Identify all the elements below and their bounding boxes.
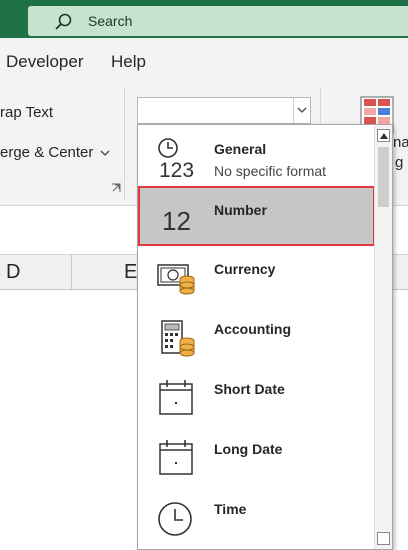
format-title: General (214, 141, 267, 157)
svg-text:12: 12 (162, 206, 191, 236)
general-123-icon: 123 (158, 138, 194, 179)
ribbon-separator (124, 88, 125, 200)
format-title: Currency (214, 261, 276, 277)
format-item-currency[interactable]: Currency (138, 247, 375, 307)
format-title: Number (214, 202, 267, 218)
accounting-icon (161, 320, 195, 357)
calendar-icon (159, 380, 193, 415)
calendar-icon (159, 440, 193, 475)
number-format-select[interactable] (137, 97, 311, 124)
format-title: Time (214, 501, 247, 517)
scroll-down-button[interactable] (377, 532, 390, 545)
number-format-dropdown-button[interactable] (293, 98, 310, 123)
format-title: Short Date (214, 381, 285, 397)
column-header-e[interactable]: E (124, 261, 137, 284)
gallery-scrollbar[interactable] (374, 125, 392, 549)
chevron-down-icon (297, 107, 307, 113)
column-header-d[interactable]: D (6, 261, 20, 284)
format-title: Long Date (214, 441, 283, 457)
tab-help[interactable]: Help (111, 52, 146, 72)
search-box[interactable]: Search (28, 6, 408, 36)
format-item-accounting[interactable]: Accounting (138, 307, 375, 367)
conditional-formatting-label-2: g (395, 154, 404, 171)
format-item-long-date[interactable]: Long Date (138, 427, 375, 487)
number-format-gallery: 123 General No specific format 12 Number… (137, 124, 393, 550)
title-bar: Search (0, 0, 408, 38)
menu-bar: Developer Help (0, 38, 408, 82)
tab-developer[interactable]: Developer (6, 52, 84, 72)
chevron-down-icon[interactable] (100, 150, 110, 157)
number-12-icon: 12 (162, 206, 191, 236)
conditional-formatting-label: na (393, 134, 408, 151)
scroll-up-button[interactable] (377, 129, 390, 142)
svg-text:123: 123 (159, 159, 194, 179)
format-title: Accounting (214, 321, 291, 337)
scroll-thumb[interactable] (378, 147, 389, 207)
format-subtitle: No specific format (214, 163, 327, 179)
dialog-launcher-icon[interactable] (111, 183, 121, 193)
search-placeholder: Search (88, 13, 133, 29)
format-item-general[interactable]: 123 General No specific format (138, 127, 375, 187)
wrap-text-button[interactable]: rap Text (0, 104, 53, 121)
search-icon (55, 13, 72, 30)
format-item-short-date[interactable]: Short Date (138, 367, 375, 427)
caret-up-icon (380, 133, 388, 139)
merge-center-button[interactable]: erge & Center (0, 144, 93, 161)
currency-icon (157, 264, 195, 295)
column-separator[interactable] (71, 255, 72, 289)
format-item-number[interactable]: 12 Number (138, 186, 375, 246)
clock-icon (158, 502, 192, 536)
format-item-time[interactable]: Time (138, 487, 375, 547)
